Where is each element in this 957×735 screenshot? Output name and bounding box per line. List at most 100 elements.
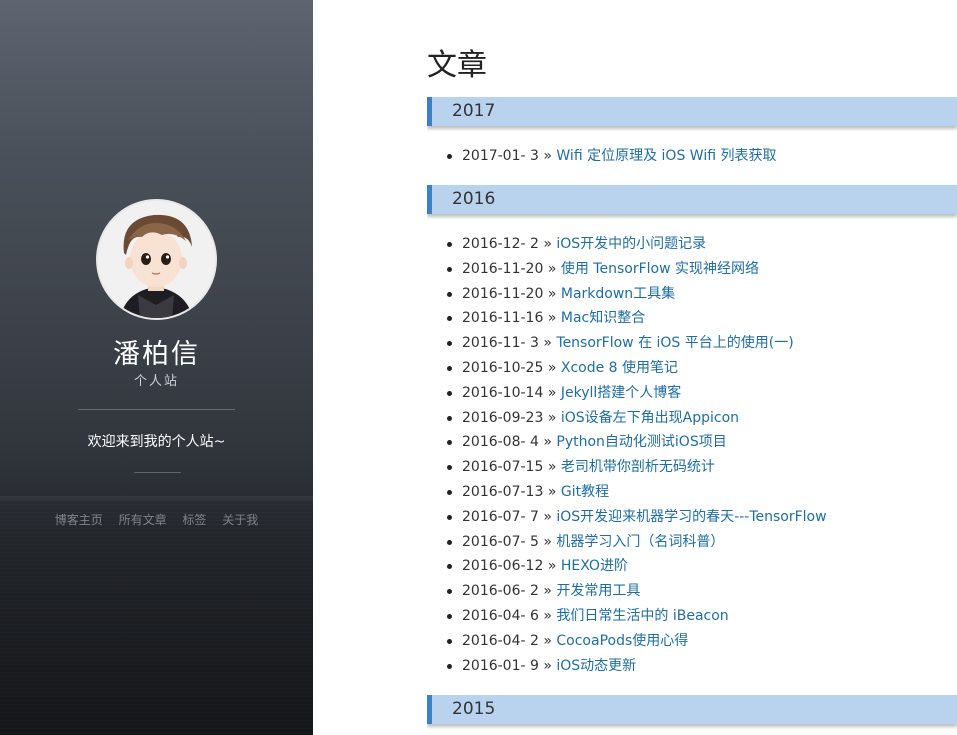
post-date: 2016-08- 4: [462, 434, 539, 451]
sidebar-background-sea: [0, 500, 313, 735]
post-list-item: 2016-01- 9 » iOS动态更新: [427, 654, 957, 679]
sidebar: 潘柏信 个人站 欢迎来到我的个人站~ 博客主页 所有文章 标签 关于我: [0, 0, 313, 735]
post-list-item: 2016-04- 6 » 我们日常生活中的 iBeacon: [427, 604, 957, 629]
post-date: 2016-06-12: [462, 558, 544, 575]
post-date: 2016-11-16: [462, 310, 544, 327]
post-link[interactable]: Git教程: [561, 484, 609, 500]
welcome-text: 欢迎来到我的个人站~: [87, 434, 226, 450]
post-separator: »: [543, 657, 552, 674]
post-date: 2016-04- 2: [462, 632, 539, 649]
post-list-item: 2016-11-20 » 使用 TensorFlow 实现神经网络: [427, 257, 957, 282]
post-link[interactable]: Markdown工具集: [561, 286, 675, 302]
post-link[interactable]: CocoaPods使用心得: [556, 633, 688, 649]
post-separator: »: [543, 335, 552, 352]
nav-link-all-posts[interactable]: 所有文章: [119, 513, 167, 527]
post-separator: »: [547, 384, 557, 401]
post-link[interactable]: iOS设备左下角出现Appicon: [561, 410, 739, 426]
post-separator: »: [547, 409, 557, 426]
post-date: 2016-07- 5: [462, 533, 539, 550]
post-link[interactable]: Wifi 定位原理及 iOS Wifi 列表获取: [556, 148, 776, 164]
post-separator: »: [543, 583, 552, 600]
post-separator: »: [547, 459, 557, 476]
post-list-item: 2016-06-12 » HEXO进阶: [427, 554, 957, 579]
post-list-0: 2017-01- 3 » Wifi 定位原理及 iOS Wifi 列表获取: [427, 144, 957, 169]
post-list-item: 2016-08- 4 » Python自动化测试iOS项目: [427, 430, 957, 455]
nav-link-about[interactable]: 关于我: [222, 513, 258, 527]
post-link[interactable]: HEXO进阶: [561, 558, 628, 574]
post-list-item: 2016-11-16 » Mac知识整合: [427, 306, 957, 331]
year-header-0: 2017: [427, 97, 957, 126]
post-link[interactable]: iOS开发迎来机器学习的春天---TensorFlow: [556, 509, 826, 525]
post-list-item: 2016-07-15 » 老司机带你剖析无码统计: [427, 455, 957, 480]
post-date: 2016-11-20: [462, 260, 544, 277]
post-date: 2016-11- 3: [462, 335, 539, 352]
post-list-item: 2016-12- 2 » iOS开发中的小问题记录: [427, 232, 957, 257]
post-link[interactable]: 我们日常生活中的 iBeacon: [556, 608, 728, 624]
year-header-2: 2015: [427, 695, 957, 724]
post-date: 2016-09-23: [462, 409, 544, 426]
avatar-illustration: [98, 201, 215, 318]
year-label: 2015: [452, 699, 496, 719]
sidebar-divider: [78, 409, 235, 410]
year-header-1: 2016: [427, 185, 957, 214]
post-link[interactable]: 开发常用工具: [556, 583, 640, 599]
post-link[interactable]: Xcode 8 使用笔记: [561, 360, 678, 376]
post-date: 2016-07-15: [462, 459, 544, 476]
post-separator: »: [547, 359, 557, 376]
year-label: 2017: [452, 101, 496, 121]
post-list-item: 2016-09-23 » iOS设备左下角出现Appicon: [427, 406, 957, 431]
post-list-item: 2017-01- 3 » Wifi 定位原理及 iOS Wifi 列表获取: [427, 144, 957, 169]
sidebar-nav: 博客主页 所有文章 标签 关于我: [0, 511, 313, 529]
main-content: 文章 2017 2017-01- 3 » Wifi 定位原理及 iOS Wifi …: [427, 0, 957, 735]
post-list-item: 2016-07-13 » Git教程: [427, 480, 957, 505]
post-list-item: 2016-10-14 » Jekyll搭建个人博客: [427, 381, 957, 406]
post-link[interactable]: 机器学习入门（名词科普）: [556, 534, 724, 550]
post-list-item: 2016-10-25 » Xcode 8 使用笔记: [427, 356, 957, 381]
post-link[interactable]: Jekyll搭建个人博客: [561, 385, 681, 401]
post-link[interactable]: 使用 TensorFlow 实现神经网络: [561, 261, 759, 277]
post-link[interactable]: 老司机带你剖析无码统计: [561, 459, 715, 475]
post-date: 2017-01- 3: [462, 148, 539, 164]
post-date: 2016-01- 9: [462, 657, 539, 674]
post-date: 2016-04- 6: [462, 607, 539, 624]
post-link[interactable]: Python自动化测试iOS项目: [556, 434, 726, 450]
post-list-item: 2016-06- 2 » 开发常用工具: [427, 579, 957, 604]
post-separator: »: [547, 285, 557, 302]
post-list-item: 2016-07- 5 » 机器学习入门（名词科普）: [427, 530, 957, 555]
post-link[interactable]: iOS开发中的小问题记录: [556, 236, 706, 252]
post-link[interactable]: iOS动态更新: [556, 658, 636, 674]
post-separator: »: [543, 434, 552, 451]
post-link[interactable]: TensorFlow 在 iOS 平台上的使用(一): [556, 335, 793, 351]
site-name: 潘柏信: [113, 339, 200, 370]
post-date: 2016-07- 7: [462, 508, 539, 525]
post-separator: »: [547, 260, 557, 277]
post-separator: »: [547, 558, 557, 575]
post-separator: »: [547, 310, 557, 327]
post-separator: »: [547, 483, 557, 500]
post-list-item: 2016-11-20 » Markdown工具集: [427, 282, 957, 307]
post-separator: »: [543, 632, 552, 649]
post-separator: »: [543, 508, 552, 525]
year-label: 2016: [452, 189, 496, 209]
site-subtitle: 个人站: [133, 374, 179, 389]
post-date: 2016-12- 2: [462, 236, 539, 252]
post-date: 2016-10-14: [462, 384, 544, 401]
page-title: 文章: [427, 48, 487, 83]
post-list-1: 2016-12- 2 » iOS开发中的小问题记录 2016-11-20 » 使用…: [427, 232, 957, 678]
sidebar-divider-short: [134, 472, 181, 473]
post-separator: »: [543, 148, 552, 164]
post-list-item: 2016-04- 2 » CocoaPods使用心得: [427, 629, 957, 654]
post-date: 2016-11-20: [462, 285, 544, 302]
post-list-item: 2016-07- 7 » iOS开发迎来机器学习的春天---TensorFlow: [427, 505, 957, 530]
post-separator: »: [543, 533, 552, 550]
avatar[interactable]: [96, 199, 217, 320]
post-date: 2016-10-25: [462, 359, 544, 376]
post-separator: »: [543, 236, 552, 252]
nav-link-tags[interactable]: 标签: [182, 513, 206, 527]
nav-link-home[interactable]: 博客主页: [55, 513, 103, 527]
post-date: 2016-06- 2: [462, 583, 539, 600]
post-link[interactable]: Mac知识整合: [561, 310, 645, 326]
post-separator: »: [543, 607, 552, 624]
post-date: 2016-07-13: [462, 483, 544, 500]
post-list-item: 2016-11- 3 » TensorFlow 在 iOS 平台上的使用(一): [427, 331, 957, 356]
